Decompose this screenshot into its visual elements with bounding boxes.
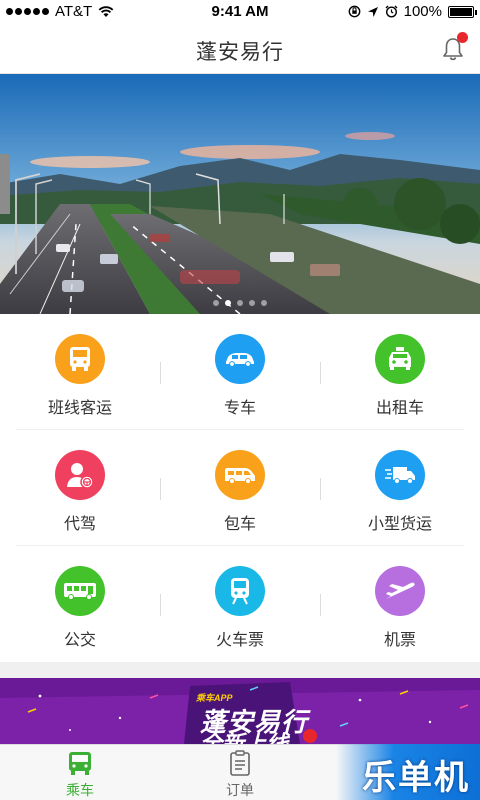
pager-dot [237, 300, 243, 306]
service-row: 班线客运 专车 出租车 [0, 314, 480, 430]
tab-label: 订单 [226, 782, 254, 798]
watermark-text: 乐单机 [362, 759, 470, 797]
chauffeur-icon [55, 450, 105, 500]
status-bar: AT&T 9:41 AM 100% [0, 0, 480, 24]
car-icon [215, 334, 265, 384]
tab-label: 乘车 [66, 782, 94, 798]
service-label: 小型货运 [367, 516, 432, 533]
service-label: 火车票 [215, 632, 264, 649]
tab-ride[interactable]: 乘车 [0, 745, 160, 800]
bus-icon [55, 334, 105, 384]
pager-dot-active [225, 300, 231, 306]
tab-orders[interactable]: 订单 [160, 745, 320, 800]
train-icon [215, 566, 265, 616]
alarm-icon [385, 5, 398, 18]
service-public-bus[interactable]: 公交 [0, 546, 160, 662]
service-label: 公交 [63, 632, 96, 649]
hero-banner[interactable] [0, 74, 480, 314]
airplane-icon [375, 566, 425, 616]
pager-dot [249, 300, 255, 306]
service-small-freight[interactable]: 小型货运 [320, 430, 480, 546]
pager-dot [261, 300, 267, 306]
service-label: 专车 [223, 400, 256, 417]
service-row: 代驾 包车 小型货运 [0, 430, 480, 546]
page-title: 蓬安易行 [196, 41, 284, 64]
notification-badge [457, 32, 468, 43]
service-charter[interactable]: 包车 [160, 430, 320, 546]
service-label: 包车 [223, 516, 256, 533]
promo-headline-2: 全新上线 [200, 731, 289, 744]
pager-dot [213, 300, 219, 306]
service-intercity-bus[interactable]: 班线客运 [0, 314, 160, 430]
service-row: 公交 火车票 机票 [0, 546, 480, 662]
service-label: 机票 [383, 632, 416, 649]
battery-icon [448, 5, 477, 18]
location-arrow-icon [367, 6, 378, 17]
service-label: 出租车 [375, 400, 424, 417]
service-label: 班线客运 [47, 400, 112, 417]
banner-pager [0, 300, 480, 306]
order-list-icon [230, 750, 250, 776]
service-label: 代驾 [63, 516, 96, 533]
bus-icon [69, 752, 91, 775]
notification-button[interactable] [440, 32, 468, 62]
taxi-icon [375, 334, 425, 384]
service-grid: 班线客运 专车 出租车 代驾 包车 小型货运 公交 火车票 机票 [0, 314, 480, 662]
delivery-truck-icon [375, 450, 425, 500]
battery-percent: 100% [403, 3, 442, 20]
service-private-car[interactable]: 专车 [160, 314, 320, 430]
watermark: 乐单机 [336, 744, 480, 800]
service-designated-driver[interactable]: 代驾 [0, 430, 160, 546]
city-bus-icon [55, 566, 105, 616]
van-icon [215, 450, 265, 500]
section-gap [0, 662, 480, 678]
navigation-bar: 蓬安易行 [0, 24, 480, 74]
promo-banner[interactable]: 乘车APP 蓬安易行 全新上线 [0, 678, 480, 744]
banner-image [0, 74, 480, 314]
service-air-ticket[interactable]: 机票 [320, 546, 480, 662]
service-train-ticket[interactable]: 火车票 [160, 546, 320, 662]
rotation-lock-icon [348, 5, 361, 18]
service-taxi[interactable]: 出租车 [320, 314, 480, 430]
